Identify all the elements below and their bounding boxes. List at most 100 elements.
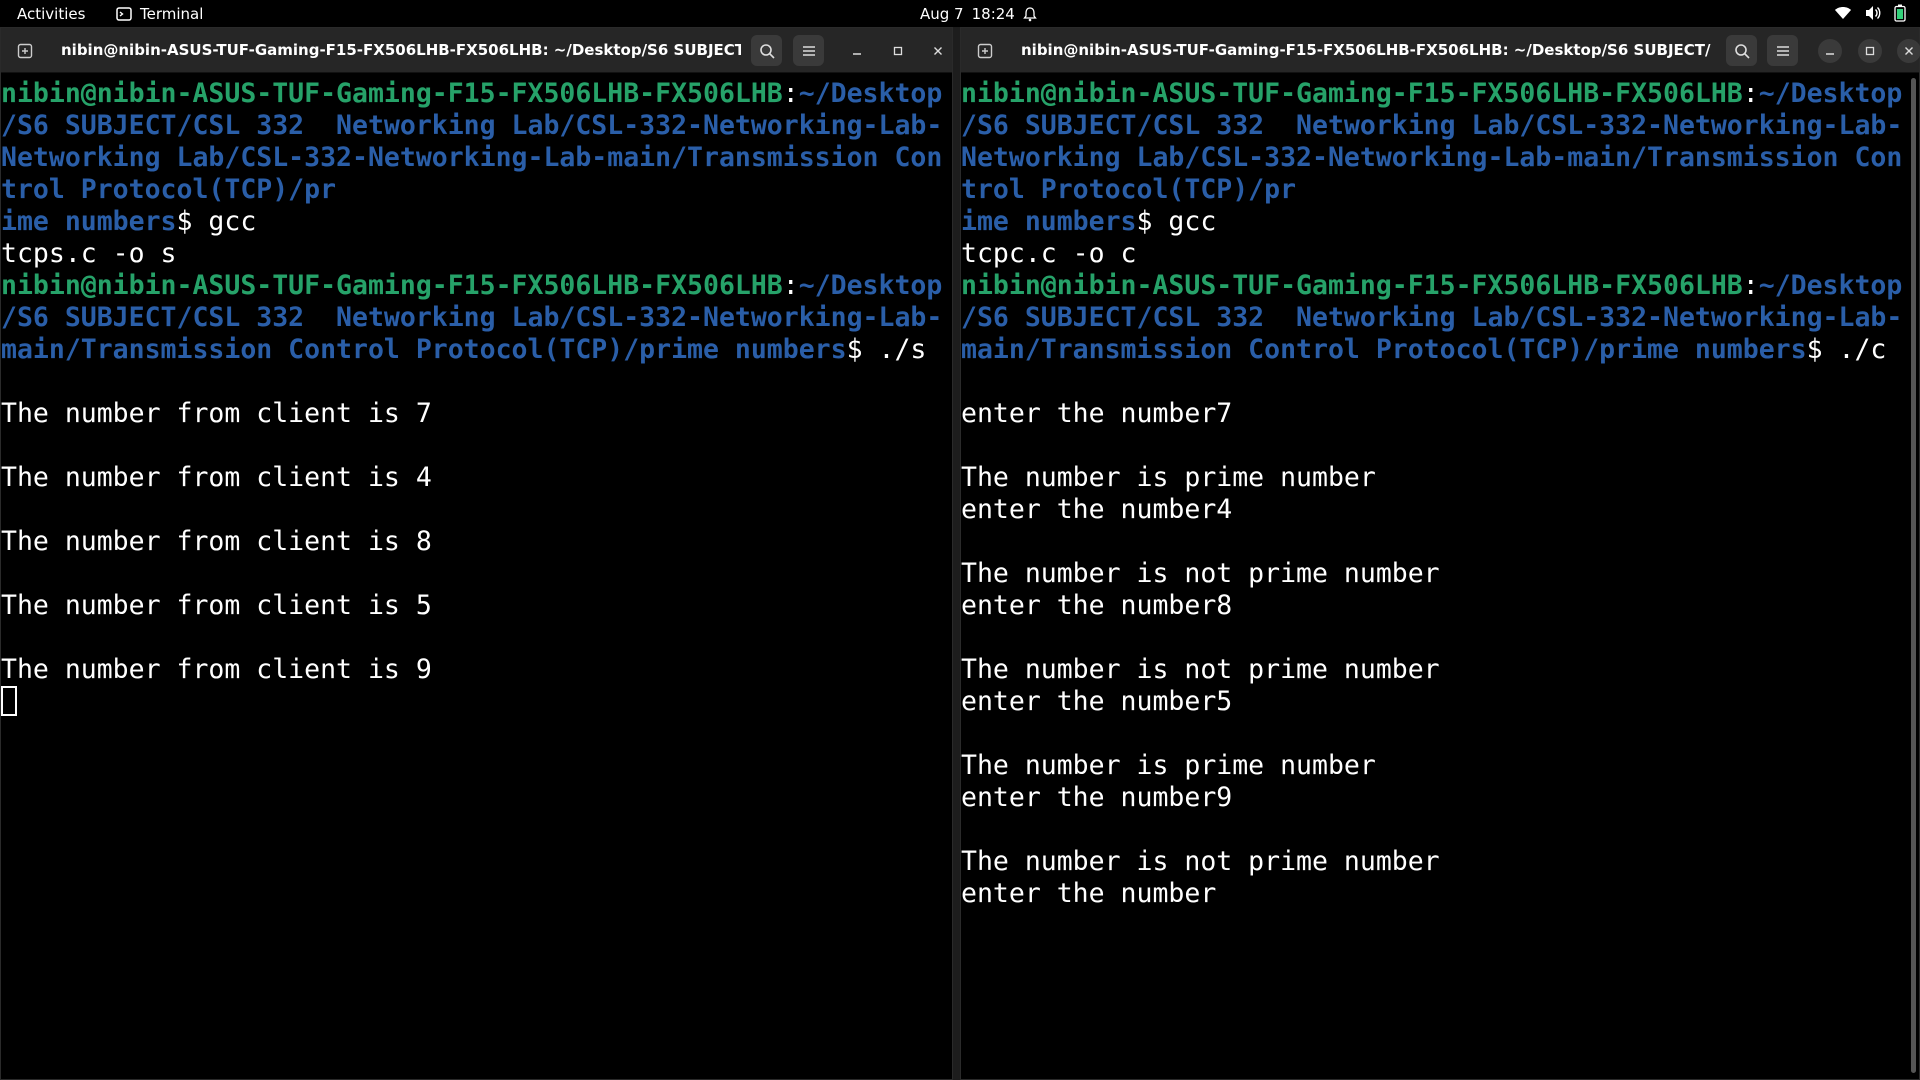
- terminal-text-segment: /S6 SUBJECT/CSL 332 Networking Lab/CSL-3…: [1, 110, 943, 141]
- activities-button[interactable]: Activities: [17, 5, 85, 23]
- close-button[interactable]: [1897, 39, 1920, 63]
- wifi-icon: [1835, 7, 1851, 19]
- terminal-text-segment: ime numbers: [961, 206, 1137, 237]
- search-button[interactable]: [1726, 35, 1757, 66]
- terminal-line: enter the number4: [961, 494, 1919, 526]
- terminal-text-segment: $ gcc: [1136, 206, 1217, 237]
- terminal-window-server[interactable]: nibin@nibin-ASUS-TUF-Gaming-F15-FX506LHB…: [0, 27, 953, 1080]
- terminal-line: nibin@nibin-ASUS-TUF-Gaming-F15-FX506LHB…: [961, 270, 1919, 302]
- maximize-icon: [893, 46, 903, 56]
- terminal-output[interactable]: nibin@nibin-ASUS-TUF-Gaming-F15-FX506LHB…: [961, 74, 1919, 1079]
- new-tab-button[interactable]: [969, 35, 1000, 66]
- search-icon: [1734, 43, 1750, 59]
- terminal-line: Networking Lab/CSL-332-Networking-Lab-ma…: [1, 142, 952, 174]
- alarm-icon: [1023, 7, 1037, 22]
- terminal-line: The number from client is 4: [1, 462, 952, 494]
- terminal-line: The number is prime number: [961, 750, 1919, 782]
- terminal-text-segment: nibin@nibin-ASUS-TUF-Gaming-F15-FX506LHB…: [961, 78, 1743, 109]
- terminal-text-segment: :: [782, 78, 799, 109]
- terminal-line: The number is not prime number: [961, 654, 1919, 686]
- scrollbar[interactable]: [1911, 78, 1916, 1073]
- minimize-icon: [1826, 53, 1834, 55]
- terminal-line: /S6 SUBJECT/CSL 332 Networking Lab/CSL-3…: [1, 302, 952, 334]
- terminal-text-segment: /S6 SUBJECT/CSL 332 Networking Lab/CSL-3…: [961, 110, 1903, 141]
- terminal-line: Networking Lab/CSL-332-Networking-Lab-ma…: [961, 142, 1919, 174]
- maximize-icon: [1865, 46, 1875, 56]
- terminal-text-segment: /S6 SUBJECT/CSL 332 Networking Lab/CSL-3…: [1, 302, 943, 333]
- terminal-text-segment: The number from client is 9: [1, 654, 432, 685]
- terminal-line: tcps.c -o s: [1, 238, 952, 270]
- menu-button[interactable]: [793, 35, 824, 66]
- terminal-line: trol Protocol(TCP)/pr: [1, 174, 952, 206]
- terminal-text-segment: trol Protocol(TCP)/pr: [1, 174, 337, 205]
- terminal-output[interactable]: nibin@nibin-ASUS-TUF-Gaming-F15-FX506LHB…: [1, 74, 952, 1079]
- minimize-button[interactable]: [845, 39, 869, 63]
- terminal-line: [1, 686, 952, 718]
- terminal-icon: [116, 7, 132, 21]
- close-button[interactable]: [926, 39, 950, 63]
- terminal-line: /S6 SUBJECT/CSL 332 Networking Lab/CSL-3…: [961, 302, 1919, 334]
- window-divider[interactable]: [953, 27, 960, 1080]
- terminal-text-segment: ~/Desktop: [1758, 270, 1903, 301]
- close-icon: [934, 47, 942, 55]
- window-title: nibin@nibin-ASUS-TUF-Gaming-F15-FX506LHB…: [61, 41, 741, 59]
- terminal-text-segment: nibin@nibin-ASUS-TUF-Gaming-F15-FX506LHB…: [961, 270, 1743, 301]
- terminal-text-segment: ~/Desktop: [798, 78, 943, 109]
- terminal-text-segment: The number from client is 7: [1, 398, 432, 429]
- terminal-text-segment: ~/Desktop: [798, 270, 943, 301]
- terminal-text-segment: The number from client is 8: [1, 526, 432, 557]
- minimize-icon: [853, 53, 861, 55]
- new-tab-button[interactable]: [9, 35, 40, 66]
- hamburger-icon: [1776, 45, 1789, 56]
- terminal-line: ime numbers$ gcc: [961, 206, 1919, 238]
- menu-button[interactable]: [1767, 35, 1798, 66]
- volume-icon: [1866, 6, 1881, 20]
- terminal-text-segment: nibin@nibin-ASUS-TUF-Gaming-F15-FX506LHB…: [1, 78, 783, 109]
- minimize-button[interactable]: [1818, 39, 1842, 63]
- terminal-text-segment: ime numbers: [1, 206, 177, 237]
- terminal-text-segment: :: [782, 270, 799, 301]
- app-menu[interactable]: Terminal: [116, 5, 203, 23]
- app-name: Terminal: [140, 5, 204, 23]
- terminal-text-segment: The number is prime number: [961, 750, 1376, 781]
- terminal-text-segment: The number from client is 4: [1, 462, 432, 493]
- terminal-text-segment: enter the number: [961, 878, 1217, 909]
- terminal-text-segment: tcps.c -o s: [1, 238, 177, 269]
- terminal-line: nibin@nibin-ASUS-TUF-Gaming-F15-FX506LHB…: [961, 78, 1919, 110]
- terminal-line: enter the number8: [961, 590, 1919, 622]
- terminal-text-segment: tcpc.c -o c: [961, 238, 1137, 269]
- system-status[interactable]: [1834, 4, 1906, 22]
- window-titlebar[interactable]: nibin@nibin-ASUS-TUF-Gaming-F15-FX506LHB…: [961, 28, 1920, 73]
- terminal-line: The number is not prime number: [961, 558, 1919, 590]
- clock[interactable]: Aug 7 18:24: [920, 5, 1037, 23]
- top-bar: Activities Terminal Aug 7 18:24: [0, 0, 1920, 27]
- terminal-line: /S6 SUBJECT/CSL 332 Networking Lab/CSL-3…: [1, 110, 952, 142]
- clock-date: Aug 7: [920, 5, 964, 23]
- terminal-line: The number from client is 8: [1, 526, 952, 558]
- terminal-text-segment: enter the number4: [961, 494, 1233, 525]
- terminal-line: enter the number: [961, 878, 1919, 910]
- maximize-button[interactable]: [886, 39, 910, 63]
- terminal-window-client[interactable]: nibin@nibin-ASUS-TUF-Gaming-F15-FX506LHB…: [960, 27, 1920, 1080]
- search-icon: [759, 43, 775, 59]
- terminal-text-segment: enter the number7: [961, 398, 1233, 429]
- terminal-text-segment: Networking Lab/CSL-332-Networking-Lab-ma…: [961, 142, 1903, 173]
- terminal-line: enter the number9: [961, 782, 1919, 814]
- terminal-text-segment: main/Transmission Control Protocol(TCP)/…: [1, 334, 847, 365]
- clock-time: 18:24: [971, 5, 1015, 23]
- terminal-text-segment: The number is prime number: [961, 462, 1376, 493]
- terminal-line: enter the number7: [961, 398, 1919, 430]
- terminal-text-segment: :: [1742, 270, 1759, 301]
- maximize-button[interactable]: [1858, 39, 1882, 63]
- terminal-text-segment: The number is not prime number: [961, 846, 1440, 877]
- search-button[interactable]: [751, 35, 782, 66]
- window-titlebar[interactable]: nibin@nibin-ASUS-TUF-Gaming-F15-FX506LHB…: [1, 28, 952, 73]
- terminal-text-segment: nibin@nibin-ASUS-TUF-Gaming-F15-FX506LHB…: [1, 270, 783, 301]
